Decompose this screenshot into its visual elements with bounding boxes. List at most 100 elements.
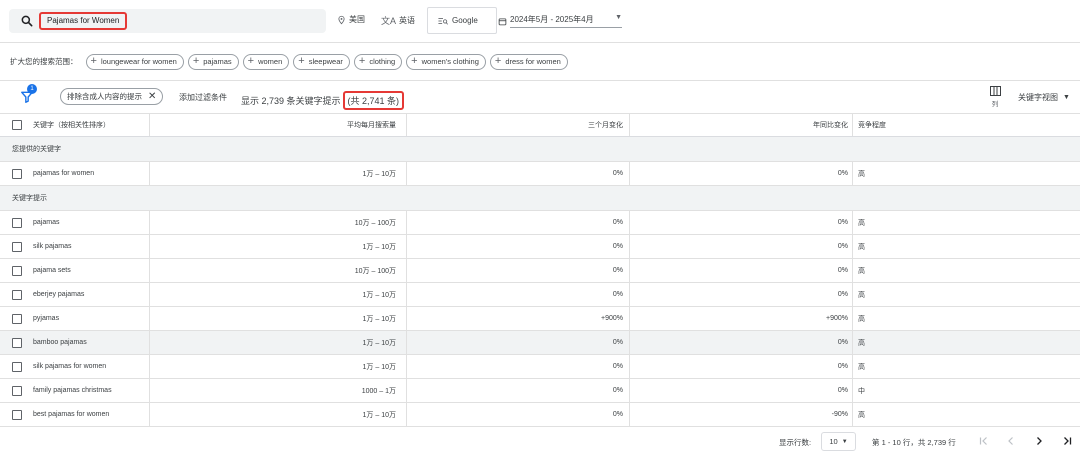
competition-cell: 高	[858, 291, 865, 299]
columns-button[interactable]: 列	[988, 86, 1002, 108]
dropdown-arrow-icon: ▼	[1063, 94, 1070, 101]
table-row[interactable]: bamboo pajamas 1万 – 10万 0% 0% 高	[0, 331, 1080, 355]
active-filter-chip[interactable]: 排除含成人内容的提示 ✕	[60, 88, 164, 105]
network-selector[interactable]: Google	[427, 7, 497, 34]
search-network-icon	[438, 17, 448, 25]
row-checkbox[interactable]	[12, 307, 24, 330]
plus-icon: +	[358, 55, 366, 67]
row-checkbox[interactable]	[12, 355, 24, 378]
avg-searches-cell: 1万 – 10万	[149, 331, 407, 354]
add-filter-button[interactable]: 添加过滤条件	[179, 92, 227, 103]
header-competition[interactable]: 竞争程度	[858, 114, 978, 136]
page-range-text: 第 1 - 10 行，共 2,739 行	[872, 438, 956, 447]
keyword-cell: pajama sets	[33, 267, 71, 274]
yoy-cell: 0%	[630, 331, 853, 354]
section-provided-label: 您提供的关键字	[12, 146, 61, 153]
header-yoy[interactable]: 年同比变化	[630, 114, 853, 136]
broaden-chip[interactable]: + women	[242, 53, 290, 70]
plus-icon: +	[90, 55, 97, 67]
view-selector[interactable]: 关键字视图 ▼	[1018, 92, 1070, 103]
table-row[interactable]: silk pajamas 1万 – 10万 0% 0% 高	[0, 235, 1080, 259]
broaden-chip[interactable]: + pajamas	[187, 53, 239, 70]
keyword-cell: silk pajamas for women	[33, 363, 107, 370]
three-month-cell: 0%	[407, 235, 630, 258]
yoy-cell: 0%	[630, 355, 853, 378]
yoy-cell: +900%	[630, 307, 853, 330]
network-label: Google	[452, 16, 478, 25]
three-month-cell: 0%	[407, 355, 630, 378]
broaden-chip[interactable]: + women's clothing	[406, 53, 486, 70]
row-checkbox[interactable]	[12, 331, 24, 354]
search-box[interactable]: Pajamas for Women	[9, 9, 326, 33]
row-checkbox[interactable]	[12, 403, 24, 426]
location-selector[interactable]: 美国	[337, 14, 365, 25]
broaden-chip[interactable]: + clothing	[353, 53, 403, 70]
filter-button[interactable]: 1	[20, 84, 37, 104]
competition-cell: 高	[858, 411, 865, 419]
row-checkbox[interactable]	[12, 235, 24, 258]
avg-searches-cell: 10万 – 100万	[149, 259, 407, 282]
table-row[interactable]: pajamas 10万 – 100万 0% 0% 高	[0, 211, 1080, 235]
select-all-checkbox[interactable]	[12, 114, 24, 136]
header-three-month[interactable]: 三个月变化	[407, 114, 630, 136]
three-month-cell: 0%	[407, 162, 630, 185]
location-pin-icon	[338, 15, 345, 24]
table-row[interactable]: pajamas for women 1万 – 10万 0% 0% 高	[0, 162, 1080, 186]
last-page-button[interactable]	[1059, 433, 1075, 449]
columns-label: 列	[991, 101, 999, 108]
plus-icon: +	[192, 55, 200, 67]
keyword-cell: bamboo pajamas	[33, 339, 87, 346]
competition-cell: 高	[858, 219, 865, 227]
three-month-cell: 0%	[407, 259, 630, 282]
close-icon[interactable]: ✕	[148, 91, 156, 102]
yoy-cell: 0%	[630, 162, 853, 185]
competition-cell: 高	[858, 315, 865, 323]
three-month-cell: 0%	[407, 331, 630, 354]
rows-per-page-select[interactable]: 10 ▼	[821, 432, 856, 451]
table-row[interactable]: pyjamas 1万 – 10万 +900% +900% 高	[0, 307, 1080, 331]
three-month-cell: 0%	[407, 379, 630, 402]
date-range-selector[interactable]: 2024年5月 - 2025年4月 ▼	[498, 14, 622, 28]
yoy-cell: -90%	[630, 403, 853, 426]
language-label: 英语	[399, 16, 416, 25]
keyword-cell: pajamas	[33, 219, 60, 226]
row-checkbox[interactable]	[12, 379, 24, 402]
language-selector[interactable]: 文A 英语	[381, 14, 415, 27]
last-page-icon	[1064, 437, 1072, 445]
yoy-cell: 0%	[630, 211, 853, 234]
row-checkbox[interactable]	[12, 259, 24, 282]
header-avg-searches[interactable]: 平均每月搜索量	[149, 114, 407, 136]
section-header: 关键字提示	[0, 186, 1080, 211]
total-count: (共 2,741 条)	[342, 91, 405, 110]
three-month-cell: 0%	[407, 283, 630, 306]
table-header: 关键字（按相关性排序） 平均每月搜索量 三个月变化 年同比变化 竞争程度	[0, 113, 1080, 137]
row-checkbox[interactable]	[12, 211, 24, 234]
search-input[interactable]: Pajamas for Women	[39, 12, 127, 30]
section-ideas-label: 关键字提示	[12, 195, 47, 202]
dropdown-arrow-icon: ▼	[615, 14, 622, 21]
broaden-chip[interactable]: + dress for women	[489, 53, 568, 70]
next-page-button[interactable]	[1031, 433, 1047, 449]
table-row[interactable]: pajama sets 10万 – 100万 0% 0% 高	[0, 259, 1080, 283]
header-keyword[interactable]: 关键字（按相关性排序）	[33, 114, 148, 136]
table-row[interactable]: silk pajamas for women 1万 – 10万 0% 0% 高	[0, 355, 1080, 379]
broaden-chip[interactable]: + loungewear for women	[85, 53, 184, 70]
table-row[interactable]: family pajamas christmas 1000 – 1万 0% 0%…	[0, 379, 1080, 403]
date-range-label: 2024年5月 - 2025年4月	[510, 15, 594, 24]
dropdown-arrow-icon: ▼	[841, 438, 848, 445]
results-summary: 显示 2,739 条关键字提示 (共 2,741 条)	[241, 91, 405, 110]
location-label: 美国	[349, 15, 365, 24]
first-page-button[interactable]	[976, 433, 992, 449]
prev-page-button[interactable]	[1003, 433, 1019, 449]
table-row[interactable]: best pajamas for women 1万 – 10万 0% -90% …	[0, 403, 1080, 427]
yoy-cell: 0%	[630, 259, 853, 282]
yoy-cell: 0%	[630, 379, 853, 402]
table-row[interactable]: eberjey pajamas 1万 – 10万 0% 0% 高	[0, 283, 1080, 307]
broaden-label: 扩大您的搜索范围：	[10, 57, 78, 66]
row-checkbox[interactable]	[12, 162, 24, 185]
chevron-right-icon	[1037, 437, 1042, 445]
three-month-cell: 0%	[407, 211, 630, 234]
pagination-bar: 显示行数: 10 ▼ 第 1 - 10 行，共 2,739 行	[0, 429, 1080, 455]
row-checkbox[interactable]	[12, 283, 24, 306]
broaden-chip[interactable]: + sleepwear	[293, 53, 350, 70]
